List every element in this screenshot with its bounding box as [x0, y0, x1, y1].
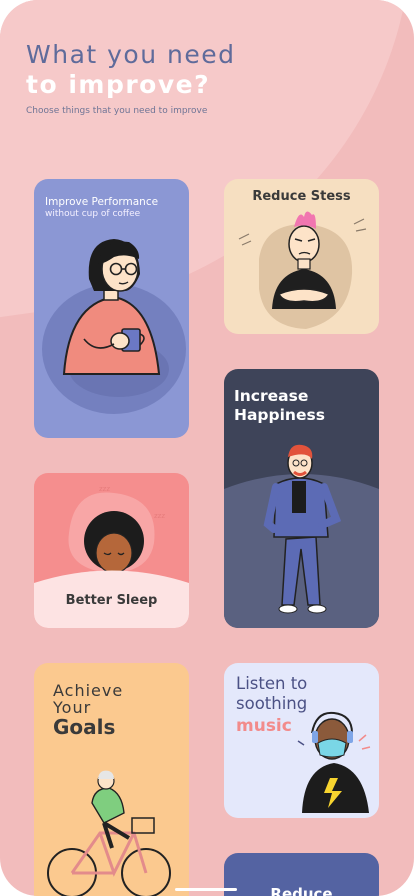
card-title-accent: music: [236, 716, 292, 736]
svg-text:zzz: zzz: [154, 512, 165, 520]
page-title: What you need: [26, 40, 236, 69]
card-title: Increase Happiness: [234, 387, 325, 425]
card-title: Reduce: [270, 885, 333, 896]
card-title-line1: Increase: [234, 387, 309, 405]
page-title-highlight: to improve?: [26, 70, 211, 99]
card-increase-happiness[interactable]: Increase Happiness: [224, 369, 379, 628]
card-title-line3: Goals: [53, 715, 116, 739]
card-title: Improve Performance: [45, 196, 159, 208]
card-title: Reduce Stess: [252, 189, 351, 204]
card-reduce-stress[interactable]: Reduce Stess: [224, 179, 379, 334]
page-subtitle: Choose things that you need to improve: [26, 106, 208, 116]
card-title-line2: soothing: [236, 694, 308, 713]
card-improve-performance[interactable]: Improve Performance without cup of coffe…: [34, 179, 189, 438]
card-subtitle: without cup of coffee: [45, 209, 141, 219]
card-better-sleep[interactable]: zzz zzz Better Sleep: [34, 473, 189, 628]
card-title-line1: Listen to: [236, 674, 308, 693]
app-screen: What you need to improve? Choose things …: [0, 0, 414, 896]
card-achieve-goals[interactable]: Achieve Your Goals: [34, 663, 189, 896]
card-title-line2: Happiness: [234, 406, 325, 424]
card-soothing-music[interactable]: Listen to soothing music: [224, 663, 379, 818]
card-title: Better Sleep: [65, 593, 158, 608]
home-indicator: [175, 888, 237, 891]
card-reduce[interactable]: Reduce: [224, 853, 379, 896]
svg-text:zzz: zzz: [99, 485, 110, 493]
